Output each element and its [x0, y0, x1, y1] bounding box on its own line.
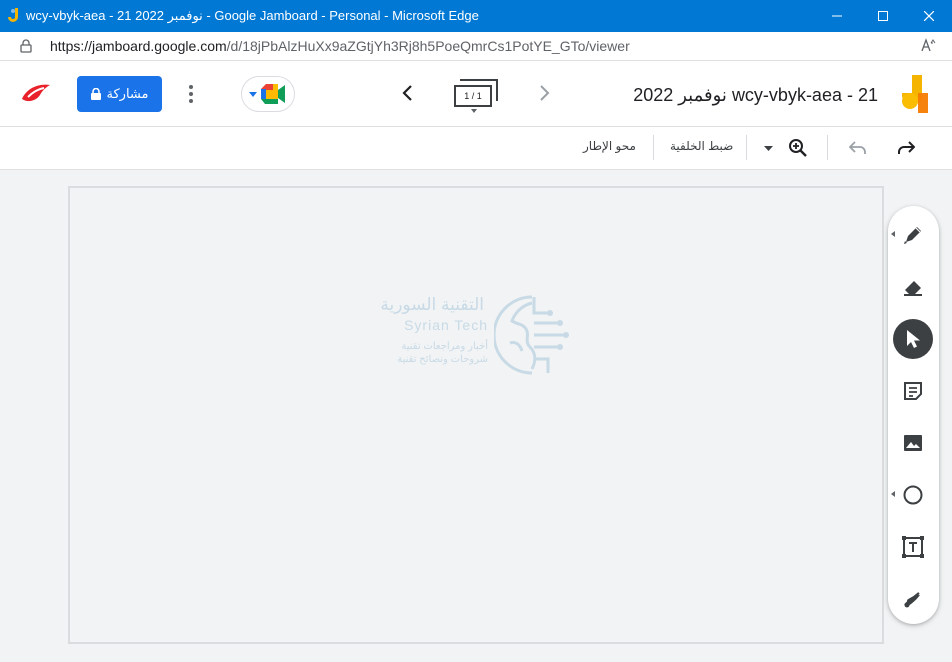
maximize-icon: [878, 11, 888, 21]
close-window-button[interactable]: [906, 0, 952, 32]
eraser-tool[interactable]: [893, 267, 933, 307]
google-meet-icon: [261, 84, 285, 104]
frame-counter: 1 / 1: [454, 85, 492, 107]
close-icon: [924, 11, 934, 21]
app-header: مشاركة 1 / 1 wcy-vbyk-aea - 21 نوفمبر 20…: [0, 61, 952, 127]
chevron-left-icon[interactable]: [398, 83, 418, 103]
toolbar-divider: [746, 135, 747, 160]
jam-canvas[interactable]: التقنية السورية Syrian Tech أخبار ومراجع…: [68, 186, 884, 644]
address-bar[interactable]: https://jamboard.google.com/d/18jPbAlzHu…: [0, 32, 952, 61]
maximize-button[interactable]: [860, 0, 906, 32]
zoom-in-button[interactable]: [786, 136, 810, 160]
caret-down-icon: [763, 145, 773, 151]
toolbar-divider: [827, 135, 828, 160]
shape-tool[interactable]: [891, 475, 933, 515]
lock-icon: [20, 39, 32, 53]
pen-tool[interactable]: [891, 215, 933, 255]
undo-icon: [849, 141, 866, 154]
document-title[interactable]: wcy-vbyk-aea - 21 نوفمبر 2022: [633, 85, 878, 106]
image-tool[interactable]: [893, 423, 933, 463]
sticky-note-tool[interactable]: [893, 371, 933, 411]
toolbar: محو الإطار ضبط الخلفية: [0, 127, 952, 170]
circle-icon: [903, 485, 923, 505]
clear-frame-button[interactable]: محو الإطار: [583, 139, 636, 153]
more-vert-icon: [189, 85, 193, 103]
frame-indicator[interactable]: 1 / 1: [451, 77, 503, 115]
laser-icon: [904, 592, 920, 608]
window-titlebar: wcy-vbyk-aea - 21 نوفمبر 2022 - Google J…: [0, 0, 952, 32]
watermark: التقنية السورية Syrian Tech أخبار ومراجع…: [380, 291, 580, 381]
jamboard-logo: [902, 75, 928, 113]
chevron-right-icon[interactable]: [534, 83, 554, 103]
toolbar-divider: [653, 135, 654, 160]
watermark-arabic-name: التقنية السورية: [380, 295, 484, 314]
submenu-arrow-icon: [891, 491, 895, 497]
url-text[interactable]: https://jamboard.google.com/d/18jPbAlzHu…: [50, 38, 630, 54]
zoom-menu-button[interactable]: [756, 136, 780, 160]
undo-button[interactable]: [846, 136, 870, 160]
share-label: مشاركة: [106, 86, 149, 101]
syrian-tech-logo: [22, 84, 50, 102]
globe-circuit-icon: [494, 295, 569, 375]
jamboard-app-icon: [8, 8, 18, 22]
submenu-arrow-icon: [891, 231, 895, 237]
eraser-icon: [904, 281, 922, 296]
redo-icon: [898, 141, 915, 154]
watermark-subtitle: شروحات ونصائح تقنية: [397, 354, 488, 365]
read-aloud-icon[interactable]: [920, 37, 938, 55]
url-path: /d/18jPbAlzHuXx9aZGtjYh3Rj8h5PoeQmrCs1Po…: [226, 38, 630, 54]
text-box-icon: [902, 536, 924, 558]
set-background-button[interactable]: ضبط الخلفية: [670, 139, 733, 153]
caret-down-icon: [249, 91, 257, 97]
text-box-tool[interactable]: [893, 527, 933, 567]
more-options-button[interactable]: [182, 81, 200, 107]
select-tool[interactable]: [893, 319, 933, 359]
zoom-in-icon: [789, 139, 807, 157]
share-button[interactable]: مشاركة: [77, 76, 162, 112]
window-title: wcy-vbyk-aea - 21 نوفمبر 2022 - Google J…: [26, 8, 479, 23]
meet-button[interactable]: [241, 76, 295, 112]
redo-button[interactable]: [894, 136, 918, 160]
lock-icon: [90, 88, 101, 100]
url-host: https://jamboard.google.com: [50, 38, 227, 54]
sticky-note-icon: [904, 382, 922, 400]
pen-icon: [904, 227, 921, 244]
laser-tool[interactable]: [893, 579, 933, 619]
minimize-icon: [832, 15, 842, 17]
minimize-button[interactable]: [814, 0, 860, 32]
caret-down-icon: [471, 109, 477, 113]
watermark-subtitle: أخبار ومراجعات تقنية: [401, 341, 488, 352]
watermark-english-name: Syrian Tech: [404, 317, 488, 333]
image-icon: [904, 435, 922, 451]
select-icon: [907, 330, 920, 348]
tool-palette: [888, 206, 939, 624]
